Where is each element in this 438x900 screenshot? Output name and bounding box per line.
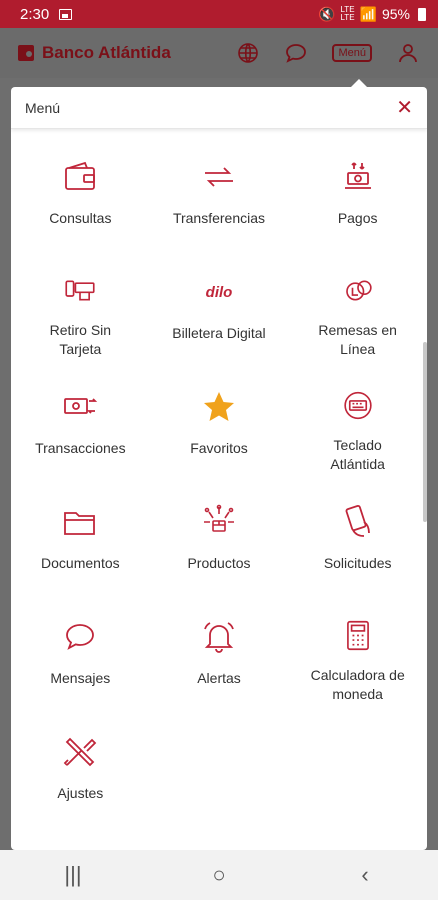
menu-item-label: Pagos	[337, 210, 378, 226]
menu-item-label: Favoritos	[190, 440, 248, 456]
menu-item-label: Documentos	[41, 555, 120, 571]
menu-item-documentos[interactable]: Documentos	[11, 474, 150, 589]
menu-item-label: Ajustes	[57, 785, 104, 801]
menu-item-label: Transacciones	[35, 440, 126, 456]
brand[interactable]: Banco Atlántida	[18, 43, 171, 63]
app-bar: Banco Atlántida Menú	[0, 28, 438, 78]
menu-item-favoritos[interactable]: Favoritos	[150, 359, 289, 474]
system-nav-bar: ||| ○ ‹	[0, 850, 438, 900]
mute-icon: 🔇	[318, 5, 336, 22]
menu-item-label: Transferencias	[172, 210, 266, 226]
status-time: 2:30	[20, 5, 50, 23]
menu-header: Menú ✕	[11, 87, 427, 129]
menu-item-transacciones[interactable]: Transacciones	[11, 359, 150, 474]
menu-panel: Menú ✕ Consultas Transferencias Pagos Re…	[11, 87, 427, 850]
globe-icon[interactable]	[236, 41, 260, 65]
menu-item-label: Mensajes	[50, 670, 111, 686]
bell-icon	[204, 622, 234, 653]
battery-text: 95%	[381, 6, 410, 22]
menu-item-label: Billetera Digital	[172, 325, 266, 341]
back-button[interactable]: ‹	[335, 862, 395, 888]
scrollbar-thumb[interactable]	[423, 342, 427, 522]
battery-icon	[418, 7, 426, 21]
arrows-exchange-icon	[204, 167, 233, 187]
menu-item-retiro-sin-tarjeta[interactable]: Retiro Sin Tarjeta	[11, 244, 150, 359]
menu-grid: Consultas Transferencias Pagos Retiro Si…	[11, 129, 427, 819]
menu-item-ajustes[interactable]: Ajustes	[11, 704, 150, 819]
cardless-withdraw-icon	[65, 280, 95, 301]
menu-item-label: Consultas	[49, 210, 112, 226]
menu-item-label: Alertas	[197, 670, 241, 686]
transactions-icon	[64, 398, 98, 414]
svg-text:dilo: dilo	[206, 284, 233, 301]
image-notification-icon	[59, 8, 73, 20]
phone-hand-icon	[345, 504, 370, 537]
star-icon	[203, 392, 234, 421]
close-button[interactable]: ✕	[396, 95, 413, 120]
recents-button[interactable]: |||	[43, 862, 103, 888]
payment-icon	[344, 162, 371, 189]
menu-item-label: Solicitudes	[323, 555, 392, 571]
menu-item-productos[interactable]: Productos	[150, 474, 289, 589]
user-icon[interactable]	[396, 41, 420, 65]
menu-item-label: Productos	[187, 555, 251, 571]
home-button[interactable]: ○	[189, 862, 249, 888]
menu-item-alertas[interactable]: Alertas	[150, 589, 289, 704]
menu-button[interactable]: Menú	[332, 44, 372, 62]
remittance-globe-icon	[345, 280, 372, 301]
menu-item-teclado-atlantida[interactable]: Teclado Atlántida	[288, 359, 427, 474]
menu-item-solicitudes[interactable]: Solicitudes	[288, 474, 427, 589]
bank-logo-icon	[18, 45, 34, 61]
folder-icon	[64, 512, 96, 535]
signal-icon: 📶	[359, 5, 377, 22]
chat-icon	[66, 624, 95, 650]
products-icon	[203, 504, 234, 532]
menu-item-label: Retiro Sin Tarjeta	[49, 322, 112, 357]
menu-item-label: Teclado Atlántida	[330, 437, 385, 472]
network-indicator: LTE LTE	[340, 5, 355, 22]
status-bar: 2:30 🔇 LTE LTE 📶 95%	[0, 0, 438, 28]
menu-item-remesas-en-linea[interactable]: Remesas en Línea	[288, 244, 427, 359]
menu-item-label: Remesas en Línea	[318, 322, 397, 357]
menu-item-consultas[interactable]: Consultas	[11, 129, 150, 244]
keyboard-icon	[343, 391, 372, 420]
menu-item-mensajes[interactable]: Mensajes	[11, 589, 150, 704]
menu-title: Menú	[25, 99, 61, 116]
menu-caret	[351, 79, 367, 87]
wallet-icon	[65, 161, 96, 190]
menu-item-calculadora[interactable]: Calculadora de moneda	[288, 589, 427, 704]
calculator-icon	[346, 620, 369, 651]
dilo-logo-icon: dilo	[206, 284, 233, 301]
chat-bubble-icon[interactable]	[284, 41, 308, 65]
menu-item-billetera-digital[interactable]: dilo Billetera Digital	[150, 244, 289, 359]
menu-item-transferencias[interactable]: Transferencias	[150, 129, 289, 244]
menu-item-label: Calculadora de moneda	[310, 667, 405, 702]
tools-icon	[64, 737, 97, 767]
brand-name: Banco Atlántida	[42, 43, 171, 62]
menu-item-pagos[interactable]: Pagos	[288, 129, 427, 244]
